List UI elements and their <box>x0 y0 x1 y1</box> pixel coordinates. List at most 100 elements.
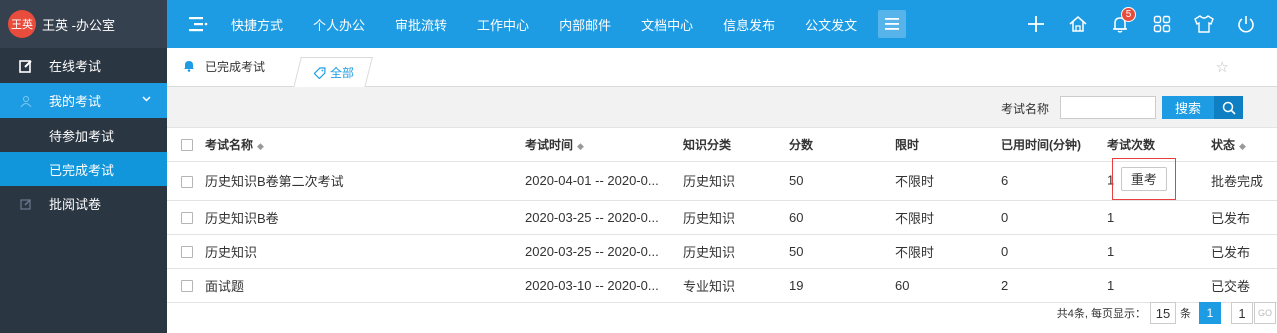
nav-item-approval-flow[interactable]: 审批流转 <box>380 15 462 34</box>
cell-time: 2020-03-25 -- 2020-0... <box>525 200 683 235</box>
tab-all-label: 全部 <box>330 66 355 80</box>
col-header-limit: 限时 <box>895 128 1001 162</box>
cell-limit: 不限时 <box>895 234 1001 269</box>
cell-count: 1 <box>1107 234 1211 269</box>
cell-name: 面试题 <box>205 268 525 303</box>
plus-icon[interactable] <box>1015 0 1057 48</box>
sidebar-item-completed-exams[interactable]: 已完成考试 <box>0 152 167 186</box>
sidebar-item-grade-papers[interactable]: 批阅试卷 <box>0 186 167 221</box>
sidebar-item-label: 已完成考试 <box>49 162 115 178</box>
table-row[interactable]: 历史知识B卷 2020-03-25 -- 2020-0... 历史知识 60 不… <box>167 200 1277 235</box>
cell-time: 2020-03-25 -- 2020-0... <box>525 234 683 269</box>
shirt-icon[interactable] <box>1183 0 1225 48</box>
page-title-text: 已完成考试 <box>205 60 266 74</box>
cell-status: 已发布 <box>1211 234 1277 269</box>
sort-icon: ◆ <box>1239 140 1246 151</box>
main-content: 已完成考试 全部 ☆ 考试名称 搜索 考试名称 ◆ 考试时间 ◆ 知识分类 分数 限… <box>167 48 1277 333</box>
sidebar-item-pending-exams[interactable]: 待参加考试 <box>0 118 167 152</box>
cell-score: 50 <box>789 161 895 201</box>
cell-time: 2020-04-01 -- 2020-0... <box>525 161 683 201</box>
cell-status: 批卷完成 <box>1211 161 1277 201</box>
search-bar: 考试名称 搜索 <box>167 87 1277 128</box>
cell-category: 历史知识 <box>683 200 789 235</box>
sidebar-item-online-exam[interactable]: 在线考试 <box>0 48 167 83</box>
page-size-select[interactable]: 15 <box>1150 302 1176 324</box>
cell-score: 50 <box>789 234 895 269</box>
cell-time: 2020-03-10 -- 2020-0... <box>525 268 683 303</box>
pagination: 共4条, 每页显示： 15 条 1 1 GO <box>1057 300 1277 326</box>
apps-grid-icon[interactable] <box>1141 0 1183 48</box>
cell-category: 历史知识 <box>683 161 789 201</box>
cell-category: 专业知识 <box>683 268 789 303</box>
cell-used: 0 <box>1001 234 1107 269</box>
menu-toggle-icon[interactable] <box>173 0 223 48</box>
select-all-checkbox[interactable] <box>181 139 193 152</box>
search-icon[interactable] <box>1214 96 1243 119</box>
col-header-time[interactable]: 考试时间 ◆ <box>525 128 683 162</box>
bell-icon[interactable]: 5 <box>1099 0 1141 48</box>
tag-icon <box>314 66 326 79</box>
user-name[interactable]: 王英 -办公室 <box>42 15 115 34</box>
cell-count: 1 <box>1107 268 1211 303</box>
sidebar-item-label: 在线考试 <box>49 59 102 74</box>
power-icon[interactable] <box>1225 0 1267 48</box>
col-header-count: 考试次数 <box>1107 128 1211 162</box>
cell-count: 1 <box>1107 200 1211 235</box>
sidebar-item-my-exams[interactable]: 我的考试 <box>0 83 167 118</box>
pager-summary: 共4条, 每页显示： <box>1056 308 1146 320</box>
retake-button[interactable]: 重考 <box>1120 166 1167 191</box>
go-button[interactable]: GO <box>1254 302 1276 324</box>
search-button[interactable]: 搜索 <box>1162 96 1214 119</box>
cell-used: 2 <box>1001 268 1107 303</box>
cell-limit: 60 <box>895 268 1001 303</box>
avatar[interactable]: 王英 <box>8 10 36 38</box>
row-checkbox[interactable] <box>181 175 193 188</box>
cell-category: 历史知识 <box>683 234 789 269</box>
home-icon[interactable] <box>1057 0 1099 48</box>
row-checkbox[interactable] <box>181 212 193 225</box>
cell-name: 历史知识B卷第二次考试 <box>205 161 525 201</box>
nav-item-personal-office[interactable]: 个人办公 <box>298 15 380 34</box>
sort-icon: ◆ <box>577 140 584 151</box>
nav-item-internal-mail[interactable]: 内部邮件 <box>544 15 626 34</box>
star-icon[interactable]: ☆ <box>1216 58 1229 76</box>
user-panel[interactable]: 王英 王英 -办公室 <box>0 0 167 48</box>
redo-highlight: 重考 <box>1111 157 1176 200</box>
sidebar-item-label: 我的考试 <box>49 94 102 109</box>
cell-used: 0 <box>1001 200 1107 235</box>
more-menu-icon[interactable] <box>878 10 907 38</box>
sidebar-item-label: 待参加考试 <box>49 128 115 144</box>
page-current[interactable]: 1 <box>1199 302 1221 324</box>
top-nav: 快捷方式 个人办公 审批流转 工作中心 内部邮件 文档中心 信息发布 公文发文 <box>223 10 907 38</box>
table-row[interactable]: 历史知识B卷第二次考试 2020-04-01 -- 2020-0... 历史知识… <box>167 157 1277 201</box>
col-header-category: 知识分类 <box>683 128 789 162</box>
cell-score: 60 <box>789 200 895 235</box>
pager-unit: 条 <box>1180 308 1191 320</box>
col-header-status[interactable]: 状态 ◆ <box>1211 128 1277 162</box>
cell-limit: 不限时 <box>895 200 1001 235</box>
search-input[interactable] <box>1060 96 1156 119</box>
row-checkbox[interactable] <box>181 246 193 259</box>
goto-page-input[interactable]: 1 <box>1231 302 1253 324</box>
tab-bar: 已完成考试 全部 ☆ <box>167 48 1277 88</box>
cell-count: 1 重考 <box>1107 157 1211 201</box>
sidebar-item-label: 批阅试卷 <box>49 197 102 212</box>
person-icon <box>19 94 33 108</box>
col-header-name[interactable]: 考试名称 ◆ <box>205 128 525 162</box>
nav-item-info-publish[interactable]: 信息发布 <box>708 15 790 34</box>
col-header-used: 已用时间(分钟) <box>1001 128 1107 162</box>
nav-item-shortcuts[interactable]: 快捷方式 <box>223 15 298 34</box>
top-toolbar: 5 <box>1015 0 1267 48</box>
table-row[interactable]: 历史知识 2020-03-25 -- 2020-0... 历史知识 50 不限时… <box>167 234 1277 269</box>
row-checkbox[interactable] <box>181 280 193 293</box>
bell-small-icon <box>183 59 195 75</box>
nav-item-official-docs[interactable]: 公文发文 <box>790 15 872 34</box>
tab-all[interactable]: 全部 <box>293 57 373 88</box>
table-header: 考试名称 ◆ 考试时间 ◆ 知识分类 分数 限时 已用时间(分钟) 考试次数 状态 ◆ <box>167 128 1277 162</box>
table-row[interactable]: 面试题 2020-03-10 -- 2020-0... 专业知识 19 60 2… <box>167 268 1277 303</box>
chevron-down-icon <box>142 94 151 105</box>
nav-item-work-center[interactable]: 工作中心 <box>462 15 544 34</box>
nav-item-document-center[interactable]: 文档中心 <box>626 15 708 34</box>
exam-table: 考试名称 ◆ 考试时间 ◆ 知识分类 分数 限时 已用时间(分钟) 考试次数 状态 ◆… <box>167 128 1277 303</box>
cell-used: 6 <box>1001 161 1107 201</box>
